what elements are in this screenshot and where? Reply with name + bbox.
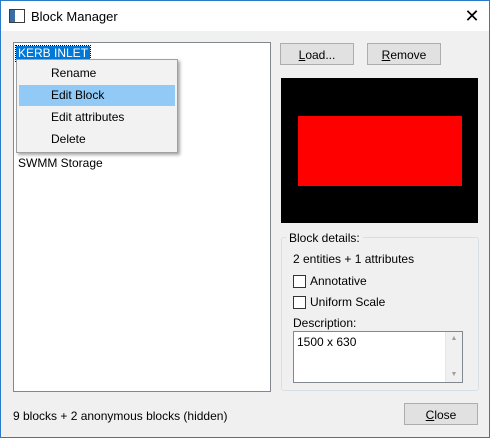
uniform-scale-checkbox[interactable]: [293, 296, 306, 309]
uniform-scale-label[interactable]: Uniform Scale: [310, 295, 385, 309]
annotative-label[interactable]: Annotative: [310, 274, 367, 288]
context-menu-item[interactable]: Rename: [19, 63, 175, 84]
context-menu-item[interactable]: Edit Block: [19, 85, 175, 106]
remove-mnemonic: R: [381, 48, 391, 62]
context-menu-item[interactable]: Delete: [19, 129, 175, 150]
entity-summary: 2 entities + 1 attributes: [293, 252, 415, 266]
title-bar: Block Manager ✕: [1, 1, 489, 31]
window-close-icon[interactable]: ✕: [455, 1, 489, 31]
window-title: Block Manager: [31, 9, 118, 24]
context-menu-item[interactable]: Edit attributes: [19, 107, 175, 128]
close-label: lose: [434, 408, 457, 422]
block-preview: [281, 78, 478, 223]
remove-label: emove: [390, 48, 427, 62]
app-window-icon: [9, 9, 25, 23]
load-button[interactable]: Load...: [280, 43, 354, 65]
load-label: oad...: [305, 48, 336, 62]
status-text: 9 blocks + 2 anonymous blocks (hidden): [13, 409, 228, 423]
block-manager-window: Block Manager ✕ KERB INLETSWMM OutfallSW…: [0, 0, 490, 438]
context-menu: Rename Edit Block Edit attributes Delete: [16, 59, 178, 153]
description-label: Description:: [293, 316, 357, 330]
description-field[interactable]: 1500 x 630 ▲ ▼: [293, 331, 463, 383]
description-value: 1500 x 630: [297, 335, 357, 349]
remove-button[interactable]: Remove: [367, 43, 441, 65]
block-preview-shape: [298, 116, 462, 186]
description-scrollbar[interactable]: ▲ ▼: [445, 332, 462, 382]
close-button[interactable]: Close: [404, 403, 478, 425]
annotative-checkbox[interactable]: [293, 275, 306, 288]
scroll-up-icon[interactable]: ▲: [446, 333, 462, 345]
scroll-down-icon[interactable]: ▼: [446, 369, 462, 381]
block-list-item[interactable]: SWMM Storage: [16, 156, 105, 171]
block-details-title: Block details:: [286, 231, 363, 245]
